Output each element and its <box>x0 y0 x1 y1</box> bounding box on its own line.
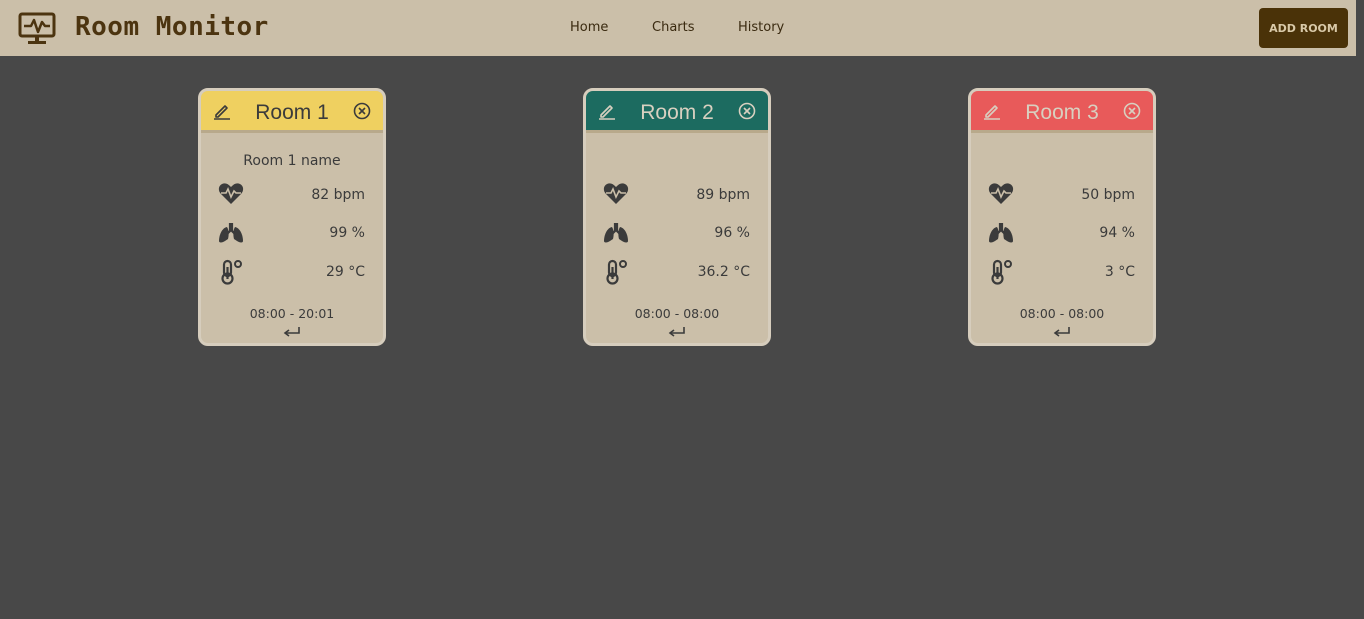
oxygen-value: 99 % <box>329 225 365 241</box>
nav-history[interactable]: History <box>738 20 784 35</box>
monitor-heartbeat-icon <box>18 12 56 44</box>
return-arrow-icon[interactable] <box>1053 326 1071 338</box>
thermometer-icon <box>988 259 1014 285</box>
return-arrow-icon[interactable] <box>283 326 301 338</box>
room-card[interactable]: Room 2 89 bpm 96 % 36.2 °C 08:00 - 08:00 <box>583 88 771 346</box>
temperature-value: 29 °C <box>325 264 365 280</box>
lungs-icon <box>988 220 1014 246</box>
heart-rate-value: 50 bpm <box>1081 187 1135 203</box>
heart-pulse-icon <box>988 181 1014 207</box>
oxygen-value: 96 % <box>714 225 750 241</box>
heart-rate-value: 82 bpm <box>311 187 365 203</box>
close-circle-icon[interactable] <box>353 102 371 120</box>
temperature-value: 36.2 °C <box>697 264 750 280</box>
top-navbar: Room Monitor Home Charts History ADD ROO… <box>0 0 1356 56</box>
room-card[interactable]: Room 3 50 bpm 94 % 3 °C 08:00 - 08:00 <box>968 88 1156 346</box>
room-card-header: Room 3 <box>971 91 1153 133</box>
room-card[interactable]: Room 1 Room 1 name 82 bpm 99 % 29 °C 08:… <box>198 88 386 346</box>
nav-home[interactable]: Home <box>570 20 608 35</box>
heart-rate-value: 89 bpm <box>696 187 750 203</box>
room-card-header: Room 2 <box>586 91 768 133</box>
scrollbar-track[interactable] <box>1356 0 1364 619</box>
thermometer-icon <box>603 259 629 285</box>
oxygen-value: 94 % <box>1099 225 1135 241</box>
time-range: 08:00 - 08:00 <box>634 306 720 321</box>
return-arrow-icon[interactable] <box>668 326 686 338</box>
time-range: 08:00 - 08:00 <box>1019 306 1105 321</box>
nav-charts[interactable]: Charts <box>652 20 695 35</box>
add-room-button[interactable]: ADD ROOM <box>1259 8 1348 48</box>
app-title: Room Monitor <box>75 12 269 42</box>
room-card-header: Room 1 <box>201 91 383 133</box>
lungs-icon <box>218 220 244 246</box>
lungs-icon <box>603 220 629 246</box>
close-circle-icon[interactable] <box>1123 102 1141 120</box>
time-range: 08:00 - 20:01 <box>249 306 335 321</box>
heart-pulse-icon <box>603 181 629 207</box>
temperature-value: 3 °C <box>1104 264 1135 280</box>
thermometer-icon <box>218 259 244 285</box>
room-name: Room 1 name <box>243 153 341 169</box>
close-circle-icon[interactable] <box>738 102 756 120</box>
heart-pulse-icon <box>218 181 244 207</box>
